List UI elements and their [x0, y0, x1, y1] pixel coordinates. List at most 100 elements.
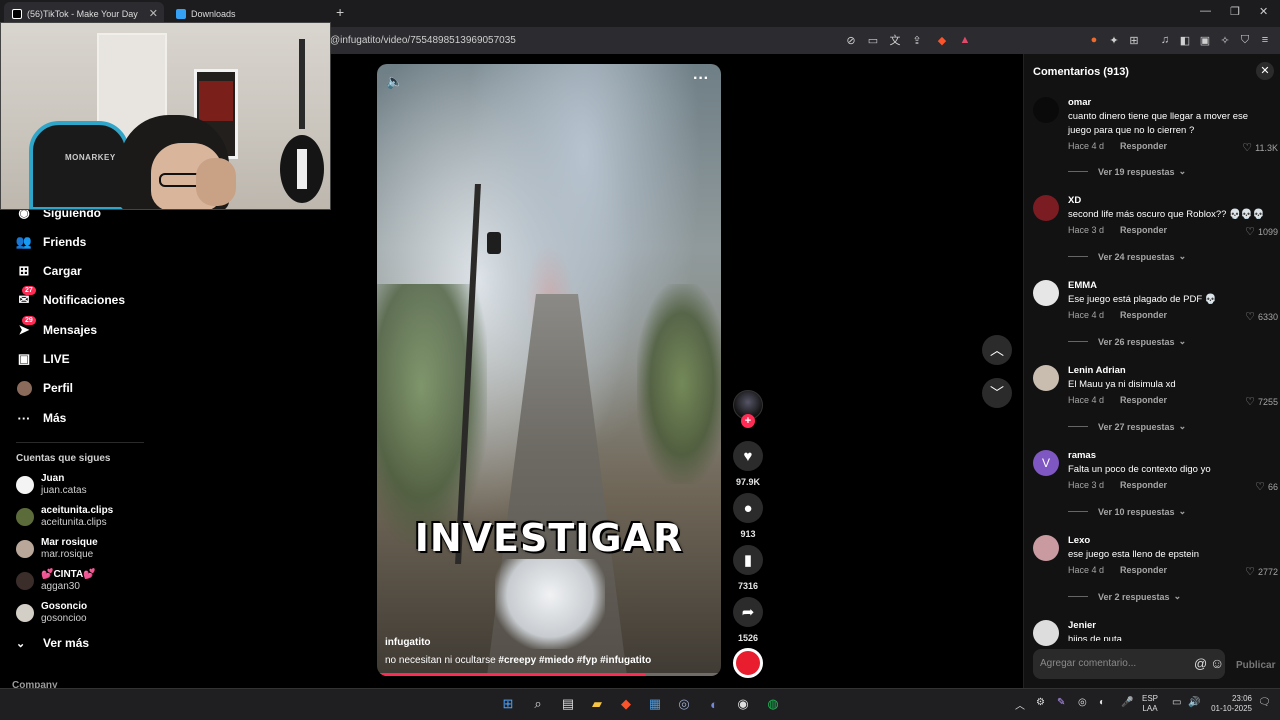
- nav-notifications[interactable]: ✉ 27 Notificaciones: [16, 286, 125, 310]
- ai-icon[interactable]: ✧: [1218, 33, 1232, 47]
- cast-icon[interactable]: ▭: [866, 33, 880, 47]
- avatar[interactable]: [1033, 97, 1059, 123]
- close-tab-icon[interactable]: ✕: [149, 7, 158, 20]
- mention-icon[interactable]: @: [1194, 656, 1207, 671]
- nav-live[interactable]: ▣ LIVE: [16, 349, 70, 369]
- view-replies-button[interactable]: Ver 26 respuestas ⌄: [1068, 336, 1186, 347]
- comment-user[interactable]: omar: [1068, 97, 1091, 108]
- heart-outline-icon[interactable]: ♡: [1245, 225, 1255, 238]
- comment-like[interactable]: ♡ 6330: [1245, 310, 1278, 323]
- comment-user[interactable]: ramas: [1068, 450, 1096, 461]
- view-replies-button[interactable]: Ver 19 respuestas ⌄: [1068, 166, 1186, 177]
- photos-icon[interactable]: ▦: [646, 695, 664, 713]
- publish-button[interactable]: Publicar: [1236, 660, 1275, 671]
- avatar[interactable]: V: [1033, 450, 1059, 476]
- view-replies-button[interactable]: Ver 24 respuestas ⌄: [1068, 251, 1186, 262]
- nav-friends[interactable]: 👥 Friends: [16, 232, 86, 252]
- account-item[interactable]: aceitunita.clips aceitunita.clips: [16, 505, 113, 529]
- video-author[interactable]: infugatito: [385, 637, 431, 648]
- share-icon[interactable]: ⇪: [910, 33, 924, 47]
- follow-plus-icon[interactable]: +: [741, 414, 755, 428]
- next-video-button[interactable]: ﹀: [982, 378, 1012, 408]
- reader-icon[interactable]: ⊘: [844, 33, 858, 47]
- brave-shields-icon[interactable]: ◆: [935, 33, 949, 47]
- new-tab-button[interactable]: +: [336, 4, 344, 20]
- reply-button[interactable]: Responder: [1120, 480, 1167, 490]
- input-language[interactable]: ESP LAA: [1142, 694, 1158, 714]
- comment-like[interactable]: ♡ 1099: [1245, 225, 1278, 238]
- comment-like[interactable]: ♡ 7255: [1245, 395, 1278, 408]
- volume-tray-icon[interactable]: 🔊: [1188, 697, 1200, 708]
- comment-user[interactable]: EMMA: [1068, 280, 1097, 291]
- share-action[interactable]: ➦ 1526: [733, 597, 763, 643]
- comment-action[interactable]: ● 913: [733, 493, 763, 539]
- heart-outline-icon[interactable]: ♡: [1245, 395, 1255, 408]
- close-window-icon[interactable]: ✕: [1259, 5, 1268, 18]
- music-disc-icon[interactable]: [733, 648, 763, 678]
- translate-icon[interactable]: 文: [888, 33, 902, 47]
- avatar[interactable]: [1033, 535, 1059, 561]
- tray-steam-icon[interactable]: ◎: [1078, 697, 1087, 708]
- view-replies-button[interactable]: Ver 2 respuestas ⌄: [1068, 591, 1181, 602]
- comment-user[interactable]: Jenier: [1068, 620, 1096, 631]
- heart-icon[interactable]: ♥: [733, 441, 763, 471]
- comment-user[interactable]: Lenin Adrian: [1068, 365, 1126, 376]
- heart-outline-icon[interactable]: ♡: [1245, 310, 1255, 323]
- reply-button[interactable]: Responder: [1120, 565, 1167, 575]
- wallet-icon[interactable]: ▣: [1198, 33, 1212, 47]
- comment-like[interactable]: ♡ 2772: [1245, 565, 1278, 578]
- start-icon[interactable]: ⊞: [499, 695, 517, 713]
- account-item[interactable]: Gosoncio gosoncioo: [16, 601, 87, 625]
- extensions-icon[interactable]: ✦: [1107, 33, 1121, 47]
- file-explorer-icon[interactable]: ▰: [588, 695, 606, 713]
- sidebar-toggle-icon[interactable]: ◧: [1178, 33, 1192, 47]
- tray-app-icon[interactable]: ⚙: [1036, 697, 1045, 708]
- microphone-icon[interactable]: 🎤: [1121, 697, 1133, 708]
- nav-upload[interactable]: ⊞ Cargar: [16, 261, 82, 281]
- comment-icon[interactable]: ●: [733, 493, 763, 523]
- reply-button[interactable]: Responder: [1120, 141, 1167, 151]
- discord-icon[interactable]: ◐: [705, 695, 723, 713]
- extension-fire-icon[interactable]: ●: [1087, 33, 1101, 47]
- emoji-icon[interactable]: ☺: [1210, 655, 1224, 671]
- spotify-icon[interactable]: ◍: [764, 695, 782, 713]
- steam-icon[interactable]: ◎: [675, 695, 693, 713]
- previous-video-button[interactable]: ︿: [982, 335, 1012, 365]
- obs-icon[interactable]: ◉: [734, 695, 752, 713]
- network-icon[interactable]: ▭: [1172, 697, 1181, 708]
- tray-expand-icon[interactable]: ︿: [1015, 697, 1025, 712]
- save-action[interactable]: ▮ 7316: [733, 545, 763, 591]
- like-action[interactable]: ♥ 97.9K: [733, 441, 763, 487]
- video-progress-bar[interactable]: [377, 673, 721, 676]
- nav-profile[interactable]: Perfil: [16, 378, 73, 398]
- avatar[interactable]: [1033, 620, 1059, 646]
- avatar[interactable]: [1033, 280, 1059, 306]
- video-player[interactable]: INVESTIGAR 🔈 ··· infugatito no necesitan…: [377, 64, 721, 676]
- avatar[interactable]: [1033, 365, 1059, 391]
- url-field[interactable]: @infugatito/video/7554898513969057035: [330, 35, 516, 46]
- heart-outline-icon[interactable]: ♡: [1255, 480, 1265, 493]
- comment-input[interactable]: Agregar comentario... @ ☺: [1033, 649, 1225, 679]
- more-options-icon[interactable]: ···: [693, 70, 709, 88]
- music-icon[interactable]: ♫: [1158, 33, 1172, 47]
- avatar[interactable]: [1033, 195, 1059, 221]
- bookmark-icon[interactable]: ▮: [733, 545, 763, 575]
- brave-browser-icon[interactable]: ◆: [617, 695, 635, 713]
- maximize-icon[interactable]: ❐: [1230, 5, 1240, 18]
- brave-rewards-icon[interactable]: ▲: [958, 33, 972, 47]
- task-view-icon[interactable]: ▤: [559, 695, 577, 713]
- tray-pen-icon[interactable]: ✎: [1057, 697, 1065, 708]
- menu-icon[interactable]: ≡: [1258, 33, 1272, 47]
- comment-like[interactable]: ♡ 11.3K: [1242, 141, 1278, 154]
- account-item[interactable]: Juan juan.catas: [16, 473, 87, 497]
- view-replies-button[interactable]: Ver 10 respuestas ⌄: [1068, 506, 1186, 517]
- video-hashtags[interactable]: #creepy #miedo #fyp #infugatito: [498, 655, 651, 666]
- reply-button[interactable]: Responder: [1120, 225, 1167, 235]
- heart-outline-icon[interactable]: ♡: [1245, 565, 1255, 578]
- reply-button[interactable]: Responder: [1120, 395, 1167, 405]
- account-item[interactable]: Mar rosique mar.rosique: [16, 537, 98, 561]
- heart-outline-icon[interactable]: ♡: [1242, 141, 1252, 154]
- nav-messages[interactable]: ➤ 29 Mensajes: [16, 316, 97, 340]
- reply-button[interactable]: Responder: [1120, 310, 1167, 320]
- volume-icon[interactable]: 🔈: [386, 73, 403, 90]
